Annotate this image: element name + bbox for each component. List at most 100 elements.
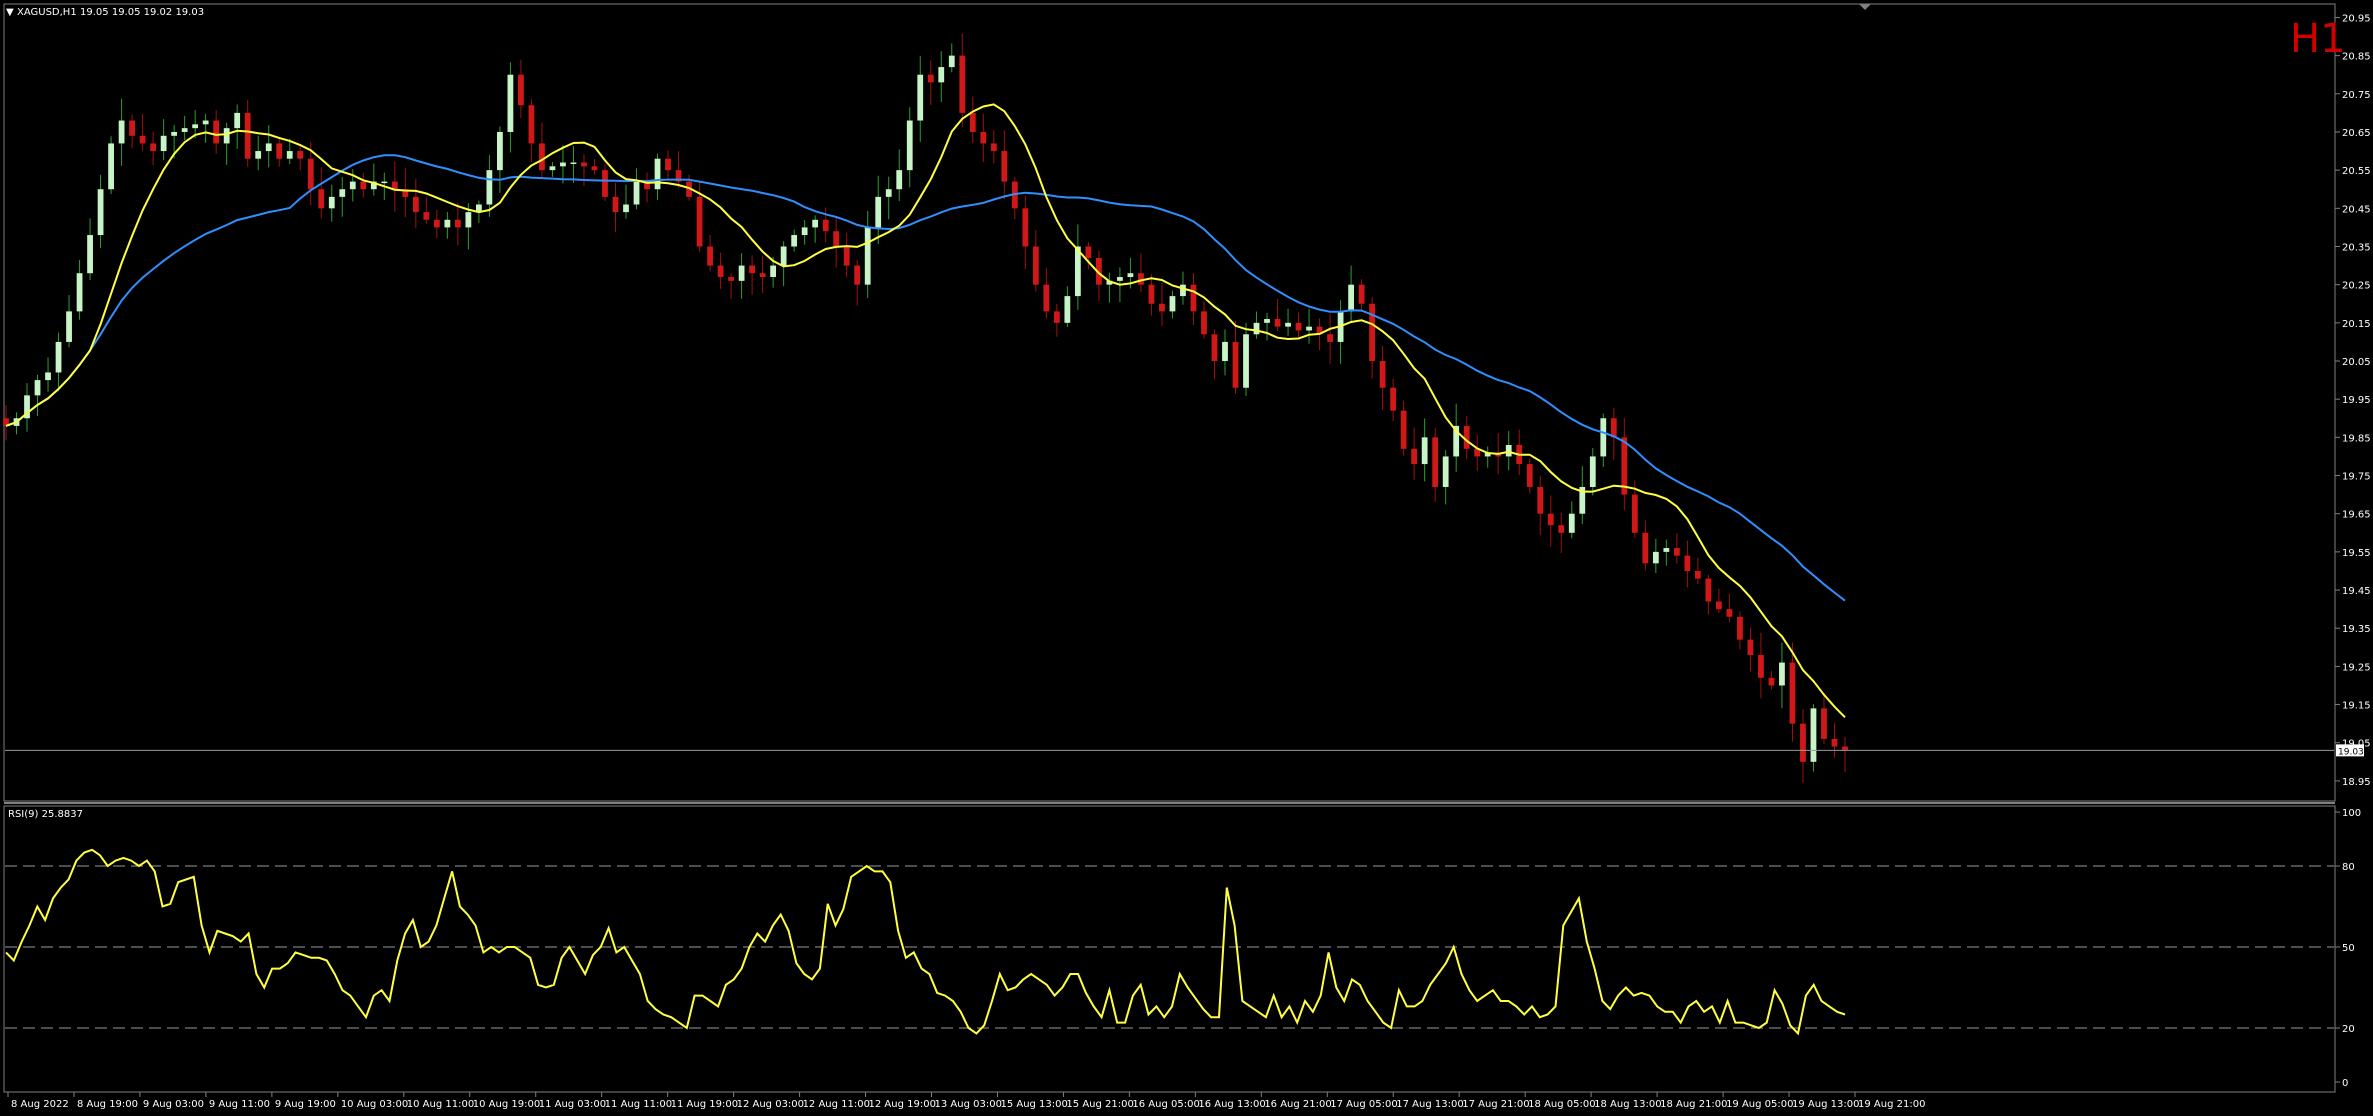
candle-body	[1274, 319, 1281, 327]
candle-body	[171, 131, 178, 136]
time-tick-label: 17 Aug 21:00	[1462, 1099, 1529, 1110]
time-tick-label: 12 Aug 03:00	[737, 1099, 804, 1110]
time-tick-label: 19 Aug 21:00	[1858, 1099, 1925, 1110]
price-tick-label: 19.95	[2342, 395, 2371, 406]
candle-body	[202, 120, 209, 125]
candle-body	[1400, 410, 1407, 449]
candle-body	[1180, 284, 1186, 297]
candle-body	[1232, 341, 1239, 388]
candle-body	[1810, 708, 1817, 762]
candle-body	[181, 128, 188, 132]
time-tick-label: 17 Aug 13:00	[1396, 1099, 1463, 1110]
candle-body	[759, 273, 766, 278]
candle-body	[1379, 361, 1386, 388]
candle-body	[1505, 444, 1512, 457]
candle-body	[1705, 578, 1712, 602]
candle-body	[1264, 319, 1270, 323]
candle-body	[339, 189, 346, 197]
candle-body	[255, 151, 262, 159]
price-tick-label: 18.95	[2342, 777, 2371, 788]
time-tick-label: 10 Aug 11:00	[407, 1099, 474, 1110]
candle-body	[528, 105, 535, 144]
time-tick-label: 16 Aug 21:00	[1264, 1099, 1331, 1110]
candle-body	[612, 196, 619, 213]
candle-body	[1138, 273, 1144, 285]
candle-body	[864, 227, 871, 285]
time-tick-label: 12 Aug 11:00	[803, 1099, 870, 1110]
candle-body	[150, 143, 157, 152]
price-tick-label: 20.05	[2342, 357, 2371, 368]
candle-body	[87, 235, 93, 274]
candle-body	[1789, 662, 1796, 724]
candle-body	[560, 162, 566, 167]
candle-body	[1085, 246, 1092, 258]
candle-body	[717, 265, 724, 278]
candle-body	[349, 181, 356, 190]
candle-body	[328, 196, 335, 209]
candle-body	[1673, 548, 1680, 556]
candle-body	[244, 112, 251, 159]
candle-body	[696, 196, 703, 247]
candle-body	[1716, 601, 1722, 610]
candle-body	[1327, 334, 1333, 342]
candle-body	[801, 227, 808, 236]
candle-body	[1222, 341, 1228, 362]
time-tick-label: 9 Aug 19:00	[275, 1099, 336, 1110]
candle-body	[423, 212, 430, 220]
candle-body	[854, 265, 861, 285]
candle-body	[307, 158, 314, 190]
candle-body	[812, 219, 819, 228]
rsi-header: RSI(9) 25.8837	[8, 809, 83, 820]
candle-body	[927, 74, 934, 83]
candle-body	[1053, 311, 1060, 323]
price-tick-label: 19.85	[2342, 433, 2371, 444]
price-tick-label: 19.35	[2342, 624, 2371, 635]
candle-body	[381, 181, 388, 184]
candle-body	[1369, 303, 1376, 362]
candle-body	[623, 204, 629, 213]
candle-body	[454, 219, 461, 228]
candle-body	[1117, 277, 1123, 281]
candle-body	[833, 231, 840, 247]
time-tick-label: 17 Aug 05:00	[1330, 1099, 1397, 1110]
candle-body	[1652, 551, 1659, 564]
time-tick-label: 16 Aug 13:00	[1198, 1099, 1265, 1110]
candle-body	[497, 131, 503, 171]
candle-body	[118, 120, 125, 144]
candle-body	[1800, 723, 1806, 762]
candle-body	[276, 143, 283, 159]
candle-body	[938, 67, 945, 83]
candle-body	[549, 166, 556, 171]
candle-body	[108, 143, 114, 190]
price-tick-label: 20.95	[2342, 13, 2371, 24]
time-tick-label: 15 Aug 21:00	[1066, 1099, 1133, 1110]
candle-body	[780, 246, 787, 266]
price-tick-label: 20.25	[2342, 281, 2371, 292]
candle-body	[1694, 570, 1701, 579]
candle-body	[1737, 616, 1743, 640]
candle-body	[1684, 555, 1691, 571]
candle-body	[1842, 746, 1848, 751]
candle-body	[139, 135, 146, 144]
candle-body	[318, 189, 325, 209]
time-tick-label: 18 Aug 21:00	[1660, 1099, 1727, 1110]
menu-arrow-icon[interactable]: ▼	[6, 7, 14, 18]
candle-body	[1610, 418, 1617, 438]
time-tick-label: 15 Aug 13:00	[1000, 1099, 1067, 1110]
candle-body	[1421, 437, 1428, 465]
candle-body	[1631, 494, 1638, 533]
time-tick-label: 19 Aug 05:00	[1726, 1099, 1793, 1110]
candle-body	[959, 55, 966, 113]
time-tick-label: 11 Aug 19:00	[671, 1099, 738, 1110]
candle-body	[1600, 418, 1607, 457]
candle-body	[990, 143, 997, 152]
candle-body	[1074, 246, 1081, 297]
candle-body	[1442, 456, 1449, 487]
candle-body	[1243, 334, 1249, 388]
time-tick-label: 10 Aug 03:00	[341, 1099, 408, 1110]
time-tick-label: 8 Aug 2022	[11, 1099, 69, 1110]
time-tick-label: 18 Aug 05:00	[1528, 1099, 1595, 1110]
candle-body	[1821, 708, 1827, 739]
candle-body	[486, 170, 493, 205]
candle-body	[822, 219, 829, 232]
